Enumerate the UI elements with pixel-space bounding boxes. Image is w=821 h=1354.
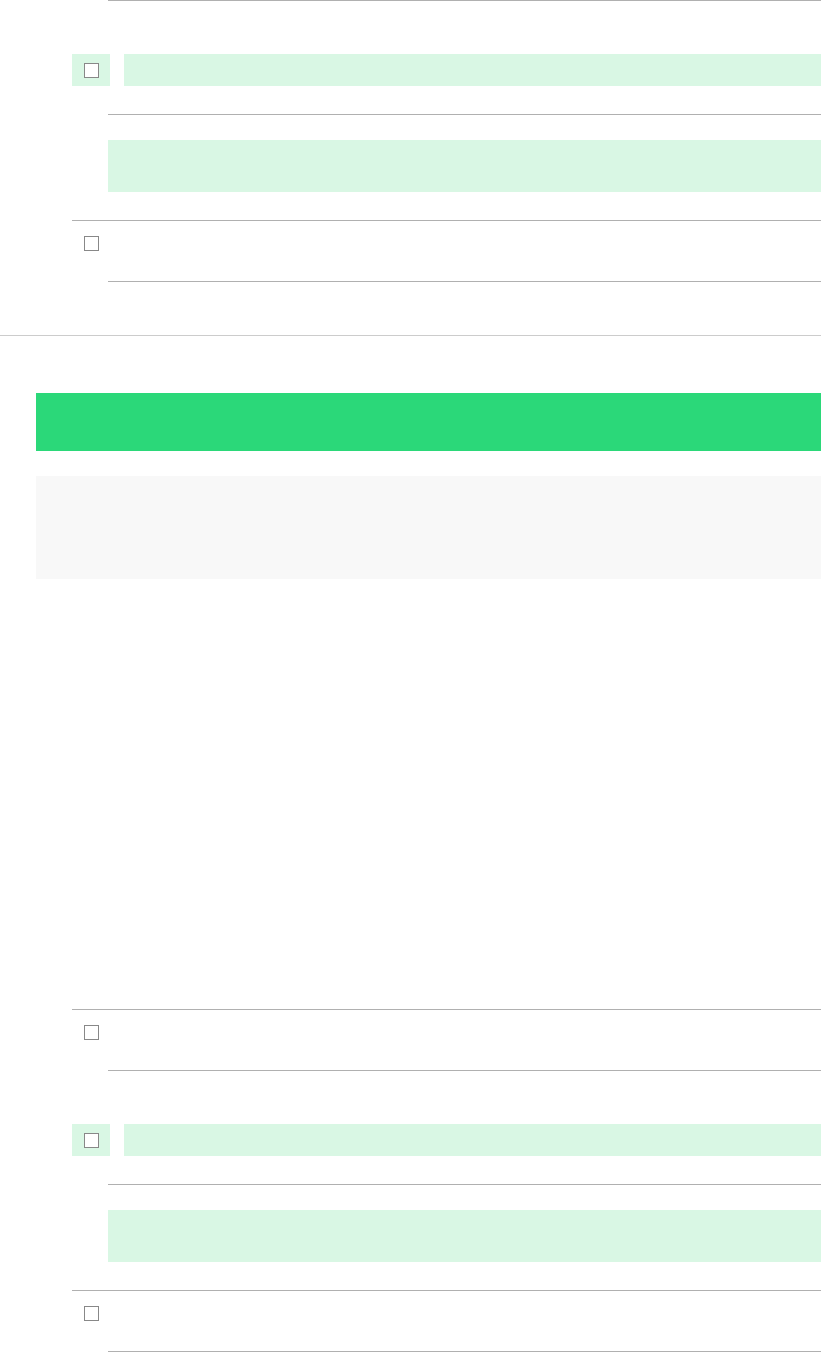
list-item-highlighted[interactable] (72, 1124, 821, 1156)
spacer (0, 579, 821, 1009)
list-item-highlighted[interactable] (72, 54, 821, 86)
checkbox[interactable] (84, 1025, 99, 1040)
section-bottom (0, 1009, 821, 1352)
divider-line (108, 1351, 821, 1352)
content-block-highlight (108, 1210, 821, 1262)
content-block-highlight (108, 140, 821, 192)
divider-line (108, 1184, 821, 1185)
section-header-bar (36, 393, 821, 451)
divider-line (108, 114, 821, 115)
list-item[interactable] (72, 1016, 821, 1048)
list-item[interactable] (72, 227, 821, 259)
info-panel (36, 476, 821, 579)
row-right-highlight (124, 54, 821, 86)
main-container (0, 0, 821, 1352)
row-right-highlight (124, 1124, 821, 1156)
checkbox[interactable] (84, 236, 99, 251)
section-divider (0, 335, 821, 336)
checkbox[interactable] (84, 1306, 99, 1321)
section-top (0, 0, 821, 282)
row-left-highlight (72, 1124, 110, 1156)
checkbox[interactable] (84, 63, 99, 78)
checkbox[interactable] (84, 1133, 99, 1148)
list-item[interactable] (72, 1297, 821, 1329)
row-left-highlight (72, 54, 110, 86)
